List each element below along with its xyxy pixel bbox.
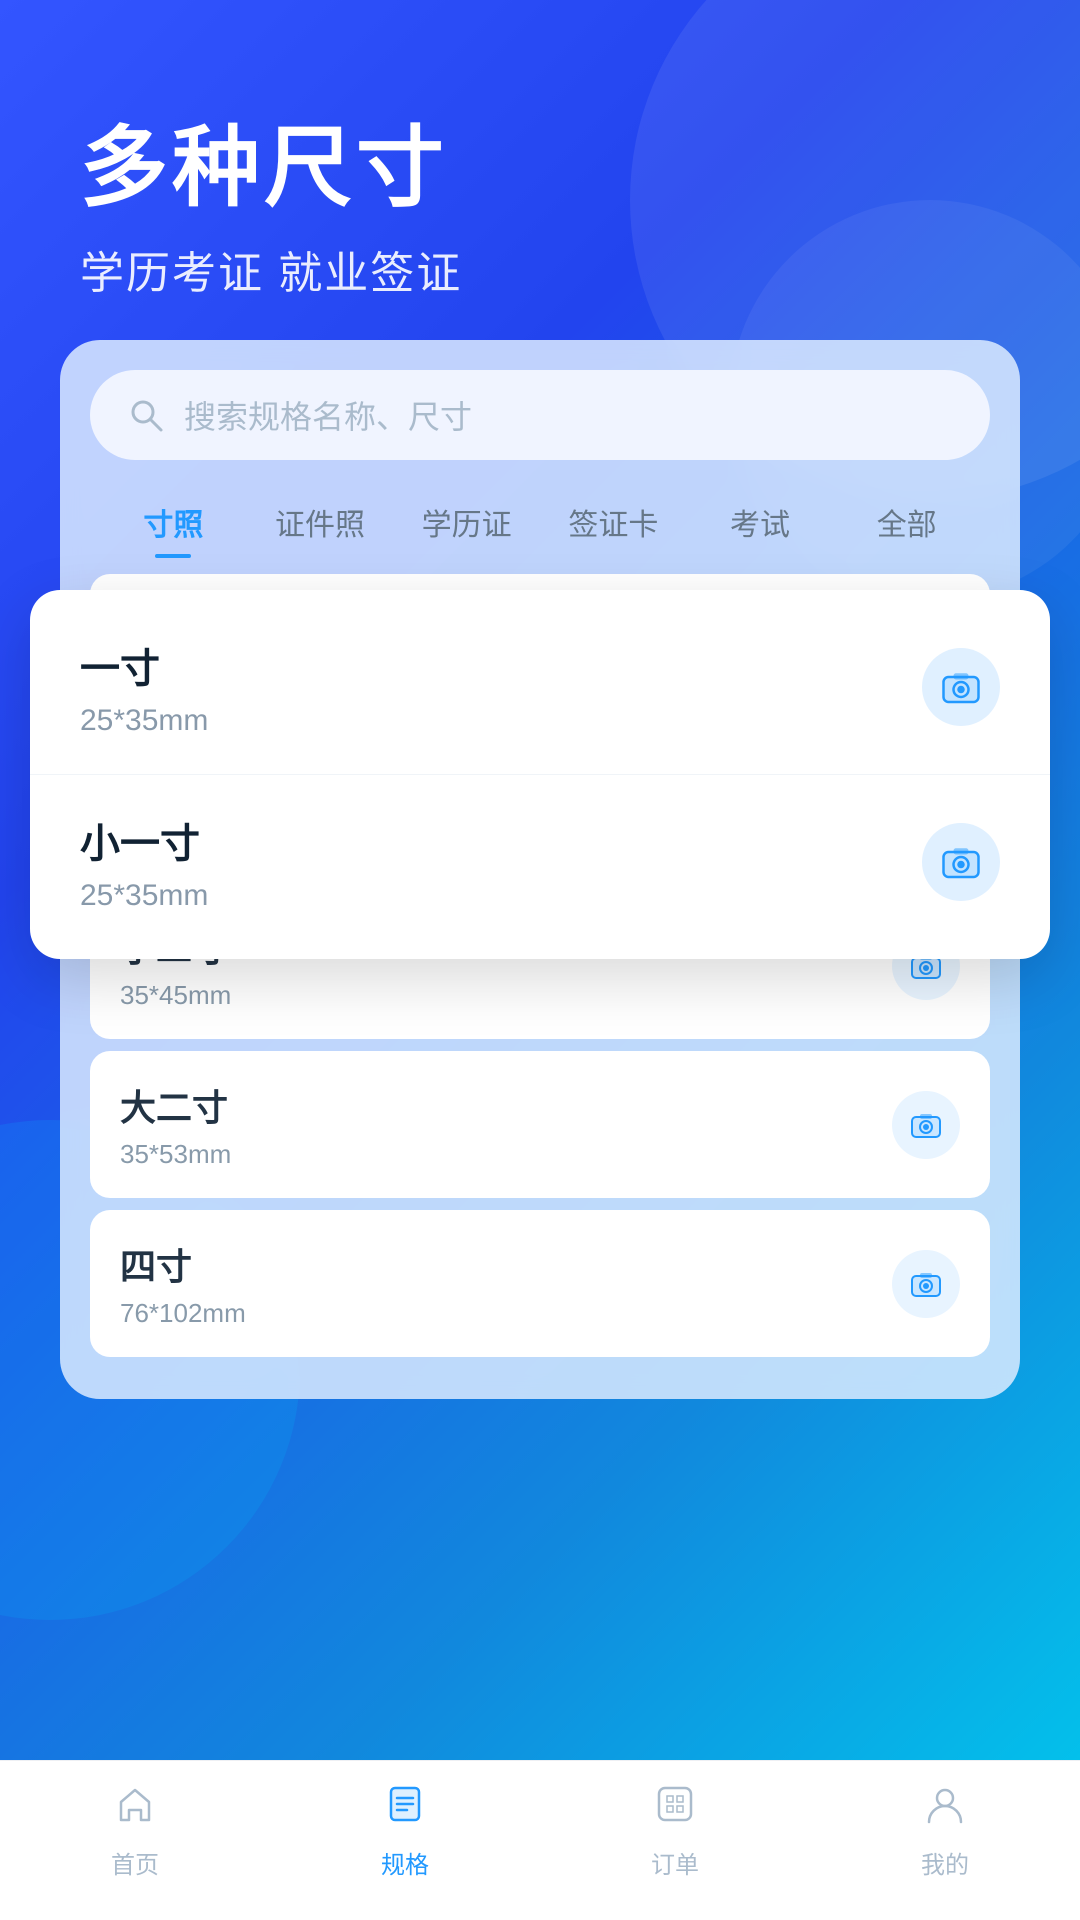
nav-item-order[interactable]: 订单 bbox=[540, 1782, 810, 1880]
list-item[interactable]: 四寸 76*102mm bbox=[90, 1210, 990, 1357]
page-subtitle: 学历考证 就业签证 bbox=[80, 237, 462, 301]
tab-zhengjianzhao[interactable]: 证件照 bbox=[247, 490, 394, 554]
list-item-size: 35*53mm bbox=[120, 1139, 231, 1170]
floating-card: 一寸 25*35mm 小一寸 25*35mm bbox=[30, 590, 1050, 959]
floating-item-yicun[interactable]: 一寸 25*35mm bbox=[30, 600, 1050, 774]
nav-item-home[interactable]: 首页 bbox=[0, 1782, 270, 1880]
home-icon bbox=[113, 1782, 157, 1837]
camera-button[interactable] bbox=[892, 1250, 960, 1318]
tab-qianzhengka[interactable]: 签证卡 bbox=[540, 490, 687, 554]
camera-button[interactable] bbox=[892, 1091, 960, 1159]
floating-item-size-2: 25*35mm bbox=[80, 879, 208, 913]
search-icon bbox=[126, 395, 166, 435]
category-tabs: 寸照 证件照 学历证 签证卡 考试 全部 bbox=[90, 490, 990, 554]
search-bar[interactable]: 搜索规格名称、尺寸 bbox=[90, 370, 990, 460]
floating-item-xiaoyicun[interactable]: 小一寸 25*35mm bbox=[30, 774, 1050, 949]
floating-item-info-1: 一寸 25*35mm bbox=[80, 636, 208, 738]
list-item-name: 大二寸 bbox=[120, 1079, 231, 1131]
page-title: 多种尺寸 bbox=[80, 120, 462, 217]
nav-label-home: 首页 bbox=[111, 1845, 159, 1880]
header-area: 多种尺寸 学历考证 就业签证 bbox=[80, 120, 462, 301]
list-item-size: 76*102mm bbox=[120, 1298, 246, 1329]
nav-label-spec: 规格 bbox=[381, 1845, 429, 1880]
order-icon bbox=[653, 1782, 697, 1837]
floating-item-name-1: 一寸 bbox=[80, 636, 208, 694]
floating-item-name-2: 小一寸 bbox=[80, 811, 208, 869]
list-item-info: 四寸 76*102mm bbox=[120, 1238, 246, 1329]
floating-item-info-2: 小一寸 25*35mm bbox=[80, 811, 208, 913]
nav-label-mine: 我的 bbox=[921, 1845, 969, 1880]
floating-item-size-1: 25*35mm bbox=[80, 704, 208, 738]
floating-camera-btn-2[interactable] bbox=[922, 823, 1000, 901]
search-input[interactable]: 搜索规格名称、尺寸 bbox=[184, 392, 472, 438]
spec-icon bbox=[383, 1782, 427, 1837]
bottom-nav: 首页 规格 订单 我的 bbox=[0, 1760, 1080, 1920]
tab-xuelizh[interactable]: 学历证 bbox=[393, 490, 540, 554]
tab-kaoshi[interactable]: 考试 bbox=[687, 490, 834, 554]
list-item-size: 35*45mm bbox=[120, 980, 231, 1011]
list-item-info: 大二寸 35*53mm bbox=[120, 1079, 231, 1170]
nav-item-mine[interactable]: 我的 bbox=[810, 1782, 1080, 1880]
list-item[interactable]: 大二寸 35*53mm bbox=[90, 1051, 990, 1198]
floating-camera-btn-1[interactable] bbox=[922, 648, 1000, 726]
tab-quanbu[interactable]: 全部 bbox=[833, 490, 980, 554]
mine-icon bbox=[923, 1782, 967, 1837]
nav-label-order: 订单 bbox=[651, 1845, 699, 1880]
list-item-name: 四寸 bbox=[120, 1238, 246, 1290]
nav-item-spec[interactable]: 规格 bbox=[270, 1782, 540, 1880]
tab-cunzhao[interactable]: 寸照 bbox=[100, 490, 247, 554]
